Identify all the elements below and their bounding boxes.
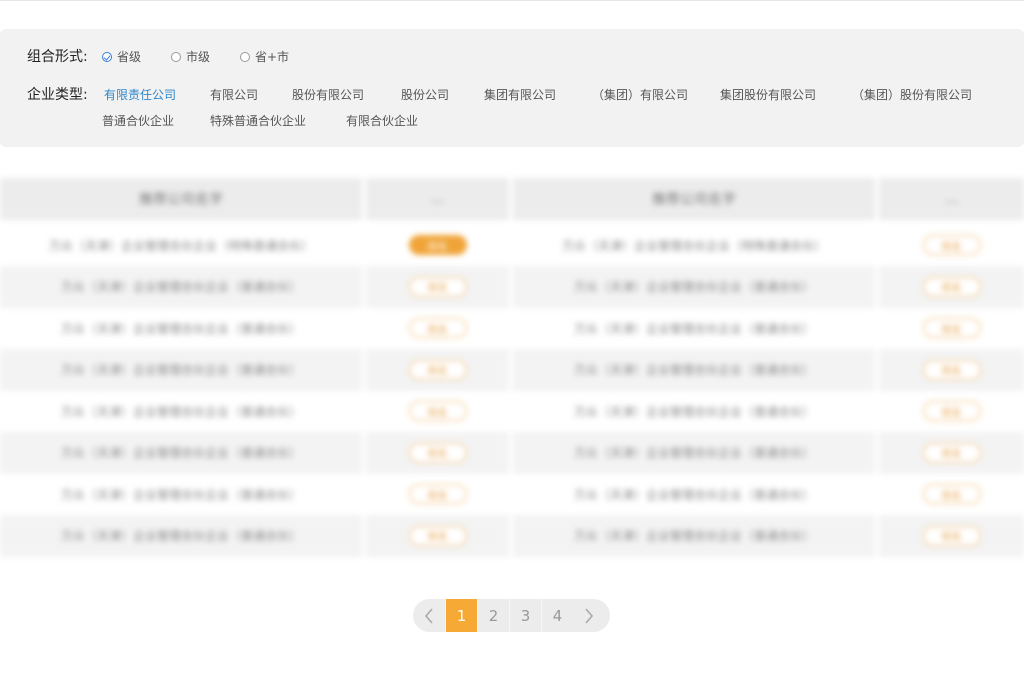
company-name-cell: 万众（天津）企业管理合伙企业（普通合伙） (0, 431, 362, 474)
page-button-1[interactable]: 1 (445, 599, 477, 632)
check-name-button[interactable]: 核名 (922, 442, 981, 463)
company-name-cell: 万众（天津）企业管理合伙企业（普通合伙） (0, 265, 362, 308)
check-name-button[interactable]: 核名 (922, 484, 981, 504)
type-option-5[interactable]: 集团有限公司 (484, 86, 556, 103)
table-row: 万众（天津）企业管理合伙企业（普通合伙） 核名 万众（天津）企业管理合伙企业（普通合… (0, 265, 1024, 308)
company-name-cell: 万众（天津）企业管理合伙企业（普通合伙） (60, 321, 301, 336)
check-name-button[interactable]: 核名 (408, 525, 467, 546)
check-name-button[interactable]: 核名 (922, 525, 981, 546)
type-option-8[interactable]: （集团）股份有限公司 (852, 86, 972, 103)
action-cell: 核名 (366, 265, 509, 308)
next-page-button[interactable] (573, 599, 605, 632)
company-name-cell: 万众（天津）企业管理合伙企业（普通合伙） (0, 514, 362, 557)
chevron-left-icon (424, 607, 433, 624)
prev-page-button[interactable] (413, 599, 445, 632)
table-row: 万众（天津）企业管理合伙企业（普通合伙） 核名 万众（天津）企业管理合伙企业（普通合… (0, 307, 1024, 349)
company-name-cell: 万众（天津）企业管理合伙企业（特殊普通合伙） (561, 238, 826, 253)
col-header-more-2: ... (879, 178, 1024, 220)
page-button-4[interactable]: 4 (541, 599, 573, 632)
company-name-cell: 万众（天津）企业管理合伙企业（普通合伙） (513, 514, 875, 557)
action-cell: 核名 (366, 514, 509, 557)
check-name-button[interactable]: 核名 (408, 359, 467, 380)
action-cell: 核名 (879, 390, 1024, 432)
combo-option-2[interactable]: 市级 (171, 48, 210, 65)
radio-empty-icon (240, 51, 250, 62)
action-cell: 核名 (879, 265, 1024, 308)
combo-label: 组合形式: (27, 49, 88, 65)
combo-option-label: 市级 (186, 50, 211, 64)
company-name-cell: 万众（天津）企业管理合伙企业（普通合伙） (513, 431, 875, 474)
company-name-cell: 万众（天津）企业管理合伙企业（特殊普通合伙） (48, 238, 313, 253)
check-name-button[interactable]: 核名 (922, 276, 981, 297)
type-option-2[interactable]: 有限公司 (210, 86, 258, 103)
action-cell: 核名 (879, 514, 1024, 557)
type-option-1[interactable]: 有限责任公司 (104, 86, 176, 103)
check-name-button[interactable]: 核名 (408, 484, 467, 504)
table-row: 万众（天津）企业管理合伙企业（普通合伙） 核名 万众（天津）企业管理合伙企业（普通合… (0, 473, 1024, 515)
company-name-cell: 万众（天津）企业管理合伙企业（普通合伙） (513, 265, 875, 308)
table-row: 万众（天津）企业管理合伙企业（普通合伙） 核名 万众（天津）企业管理合伙企业（普通合… (0, 431, 1024, 474)
chevron-right-icon (585, 607, 594, 624)
top-divider (0, 0, 1024, 1)
type-option-4[interactable]: 股份公司 (401, 86, 449, 103)
action-cell: 核名 (879, 224, 1024, 266)
type-option-11[interactable]: 有限合伙企业 (346, 112, 418, 129)
table-row: 万众（天津）企业管理合伙企业（普通合伙） 核名 万众（天津）企业管理合伙企业（普通合… (0, 514, 1024, 557)
combo-option-label: 省+市 (255, 50, 290, 64)
check-name-button[interactable]: 核名 (408, 235, 467, 255)
action-cell: 核名 (366, 307, 509, 349)
company-name-cell: 万众（天津）企业管理合伙企业（普通合伙） (573, 487, 814, 502)
table-row: 万众（天津）企业管理合伙企业（普通合伙） 核名 万众（天津）企业管理合伙企业（普通合… (0, 390, 1024, 432)
col-header-name-2: 推荐公司名字 (513, 178, 875, 220)
check-name-button[interactable]: 核名 (408, 442, 467, 463)
combo-option-1[interactable]: 省级 (102, 48, 141, 65)
company-name-cell: 万众（天津）企业管理合伙企业（普通合伙） (513, 348, 875, 391)
action-cell: 核名 (879, 431, 1024, 474)
action-cell: 核名 (366, 348, 509, 391)
action-cell: 核名 (879, 307, 1024, 349)
table-header: 推荐公司名字 ... 推荐公司名字 ... (0, 178, 1024, 220)
radio-empty-icon (171, 51, 181, 62)
action-cell: 核名 (366, 224, 509, 266)
combo-option-3[interactable]: 省+市 (240, 48, 289, 65)
pagination: 1234 (413, 599, 610, 632)
type-option-6[interactable]: （集团）有限公司 (592, 86, 688, 103)
check-name-button[interactable]: 核名 (922, 318, 981, 338)
company-name-cell: 万众（天津）企业管理合伙企业（普通合伙） (60, 487, 301, 502)
combo-option-label: 省级 (117, 50, 142, 64)
company-name-cell: 万众（天津）企业管理合伙企业（普通合伙） (60, 404, 301, 419)
type-option-3[interactable]: 股份有限公司 (292, 86, 364, 103)
type-option-7[interactable]: 集团股份有限公司 (720, 86, 816, 103)
action-cell: 核名 (879, 473, 1024, 515)
action-cell: 核名 (366, 473, 509, 515)
type-option-9[interactable]: 普通合伙企业 (102, 112, 174, 129)
page-button-2[interactable]: 2 (477, 599, 509, 632)
page-button-3[interactable]: 3 (509, 599, 541, 632)
company-table: 推荐公司名字 ... 推荐公司名字 ... 万众（天津）企业管理合伙企业（特殊普… (0, 178, 1024, 560)
company-name-cell: 万众（天津）企业管理合伙企业（普通合伙） (573, 404, 814, 419)
company-name-cell: 万众（天津）企业管理合伙企业（普通合伙） (573, 321, 814, 336)
type-option-10[interactable]: 特殊普通合伙企业 (210, 112, 306, 129)
check-name-button[interactable]: 核名 (922, 235, 981, 255)
action-cell: 核名 (366, 390, 509, 432)
check-name-button[interactable]: 核名 (922, 401, 981, 421)
type-label: 企业类型: (27, 87, 88, 103)
col-header-name-1: 推荐公司名字 (0, 178, 362, 220)
table-row: 万众（天津）企业管理合伙企业（特殊普通合伙） 核名 万众（天津）企业管理合伙企业（特… (0, 224, 1024, 266)
company-name-cell: 万众（天津）企业管理合伙企业（普通合伙） (0, 348, 362, 391)
check-name-button[interactable]: 核名 (408, 276, 467, 297)
filter-panel: 组合形式: 省级 市级 省+市 企业类型: 有限责任公司 有限公司 股份有限公司 股份公司… (0, 29, 1024, 147)
action-cell: 核名 (366, 431, 509, 474)
col-header-more-1: ... (366, 178, 509, 220)
check-name-button[interactable]: 核名 (922, 359, 981, 380)
check-name-button[interactable]: 核名 (408, 401, 467, 421)
table-row: 万众（天津）企业管理合伙企业（普通合伙） 核名 万众（天津）企业管理合伙企业（普通合… (0, 348, 1024, 391)
check-name-button[interactable]: 核名 (408, 318, 467, 338)
check-circle-icon (102, 51, 112, 62)
action-cell: 核名 (879, 348, 1024, 391)
